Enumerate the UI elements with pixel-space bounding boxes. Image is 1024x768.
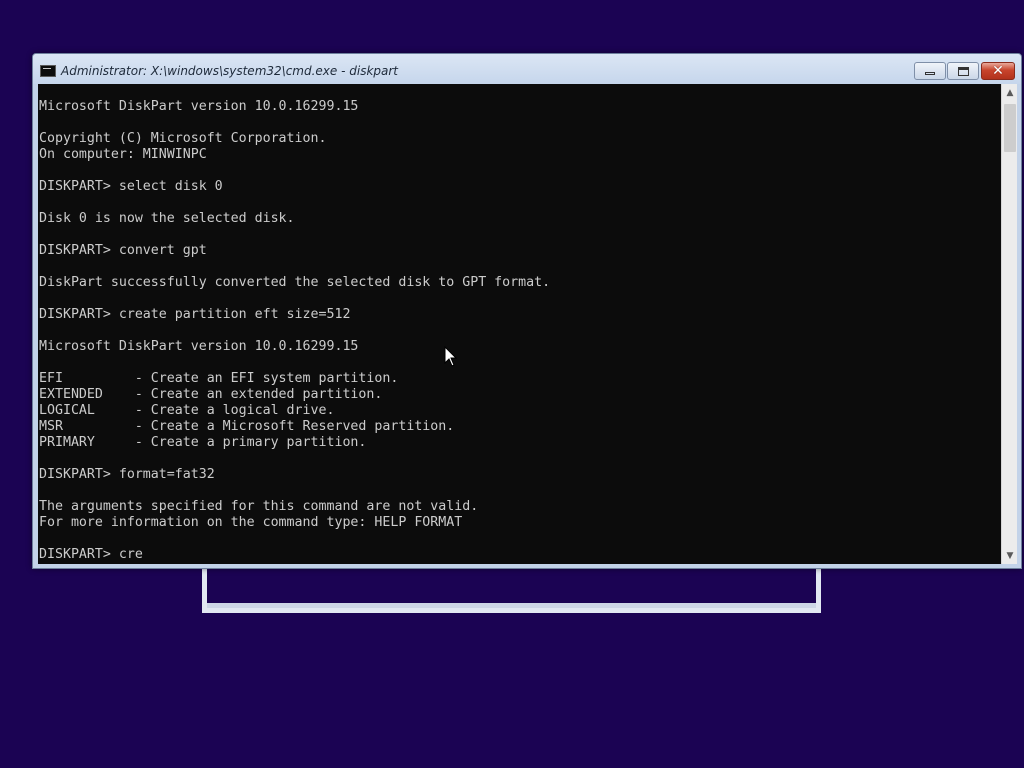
- console-line: DISKPART> cre: [39, 547, 143, 562]
- console-line: Copyright (C) Microsoft Corporation.: [39, 131, 327, 146]
- console-line: For more information on the command type…: [39, 515, 463, 530]
- scroll-down-icon[interactable]: ▼: [1002, 547, 1018, 564]
- console-line: DISKPART> convert gpt: [39, 243, 207, 258]
- scroll-thumb[interactable]: [1004, 104, 1016, 152]
- mouse-pointer-icon: [444, 346, 458, 367]
- maximize-button[interactable]: [947, 62, 979, 80]
- console-line: Microsoft DiskPart version 10.0.16299.15: [39, 99, 359, 114]
- console-line: DiskPart successfully converted the sele…: [39, 275, 551, 290]
- vertical-scrollbar[interactable]: ▲ ▼: [1001, 84, 1017, 564]
- minimize-icon: [925, 72, 935, 75]
- console-line: DISKPART> format=fat32: [39, 467, 215, 482]
- close-button[interactable]: ✕: [981, 62, 1015, 80]
- console-line: LOGICAL - Create a logical drive.: [39, 403, 335, 418]
- background-dialog-edge: [207, 603, 816, 608]
- maximize-icon: [957, 66, 969, 76]
- minimize-button[interactable]: [914, 62, 946, 80]
- console-line: The arguments specified for this command…: [39, 499, 479, 514]
- console-line: DISKPART> select disk 0: [39, 179, 223, 194]
- scroll-up-icon[interactable]: ▲: [1002, 84, 1018, 101]
- console-line: Disk 0 is now the selected disk.: [39, 211, 295, 226]
- close-icon: ✕: [992, 63, 1004, 79]
- window-title: Administrator: X:\windows\system32\cmd.e…: [61, 64, 399, 78]
- console-line: DISKPART> create partition eft size=512: [39, 307, 351, 322]
- console-line: EFI - Create an EFI system partition.: [39, 371, 399, 386]
- console-line: MSR - Create a Microsoft Reserved partit…: [39, 419, 455, 434]
- cmd-window[interactable]: Administrator: X:\windows\system32\cmd.e…: [32, 53, 1022, 569]
- console-output[interactable]: Microsoft DiskPart version 10.0.16299.15…: [38, 84, 1001, 564]
- console-line: Microsoft DiskPart version 10.0.16299.15: [39, 339, 359, 354]
- title-bar[interactable]: Administrator: X:\windows\system32\cmd.e…: [33, 54, 1021, 84]
- console-line: On computer: MINWINPC: [39, 147, 207, 162]
- console-line: PRIMARY - Create a primary partition.: [39, 435, 367, 450]
- cmd-icon: [40, 65, 56, 77]
- console-text: Microsoft DiskPart version 10.0.16299.15…: [39, 99, 550, 563]
- console-line: EXTENDED - Create an extended partition.: [39, 387, 383, 402]
